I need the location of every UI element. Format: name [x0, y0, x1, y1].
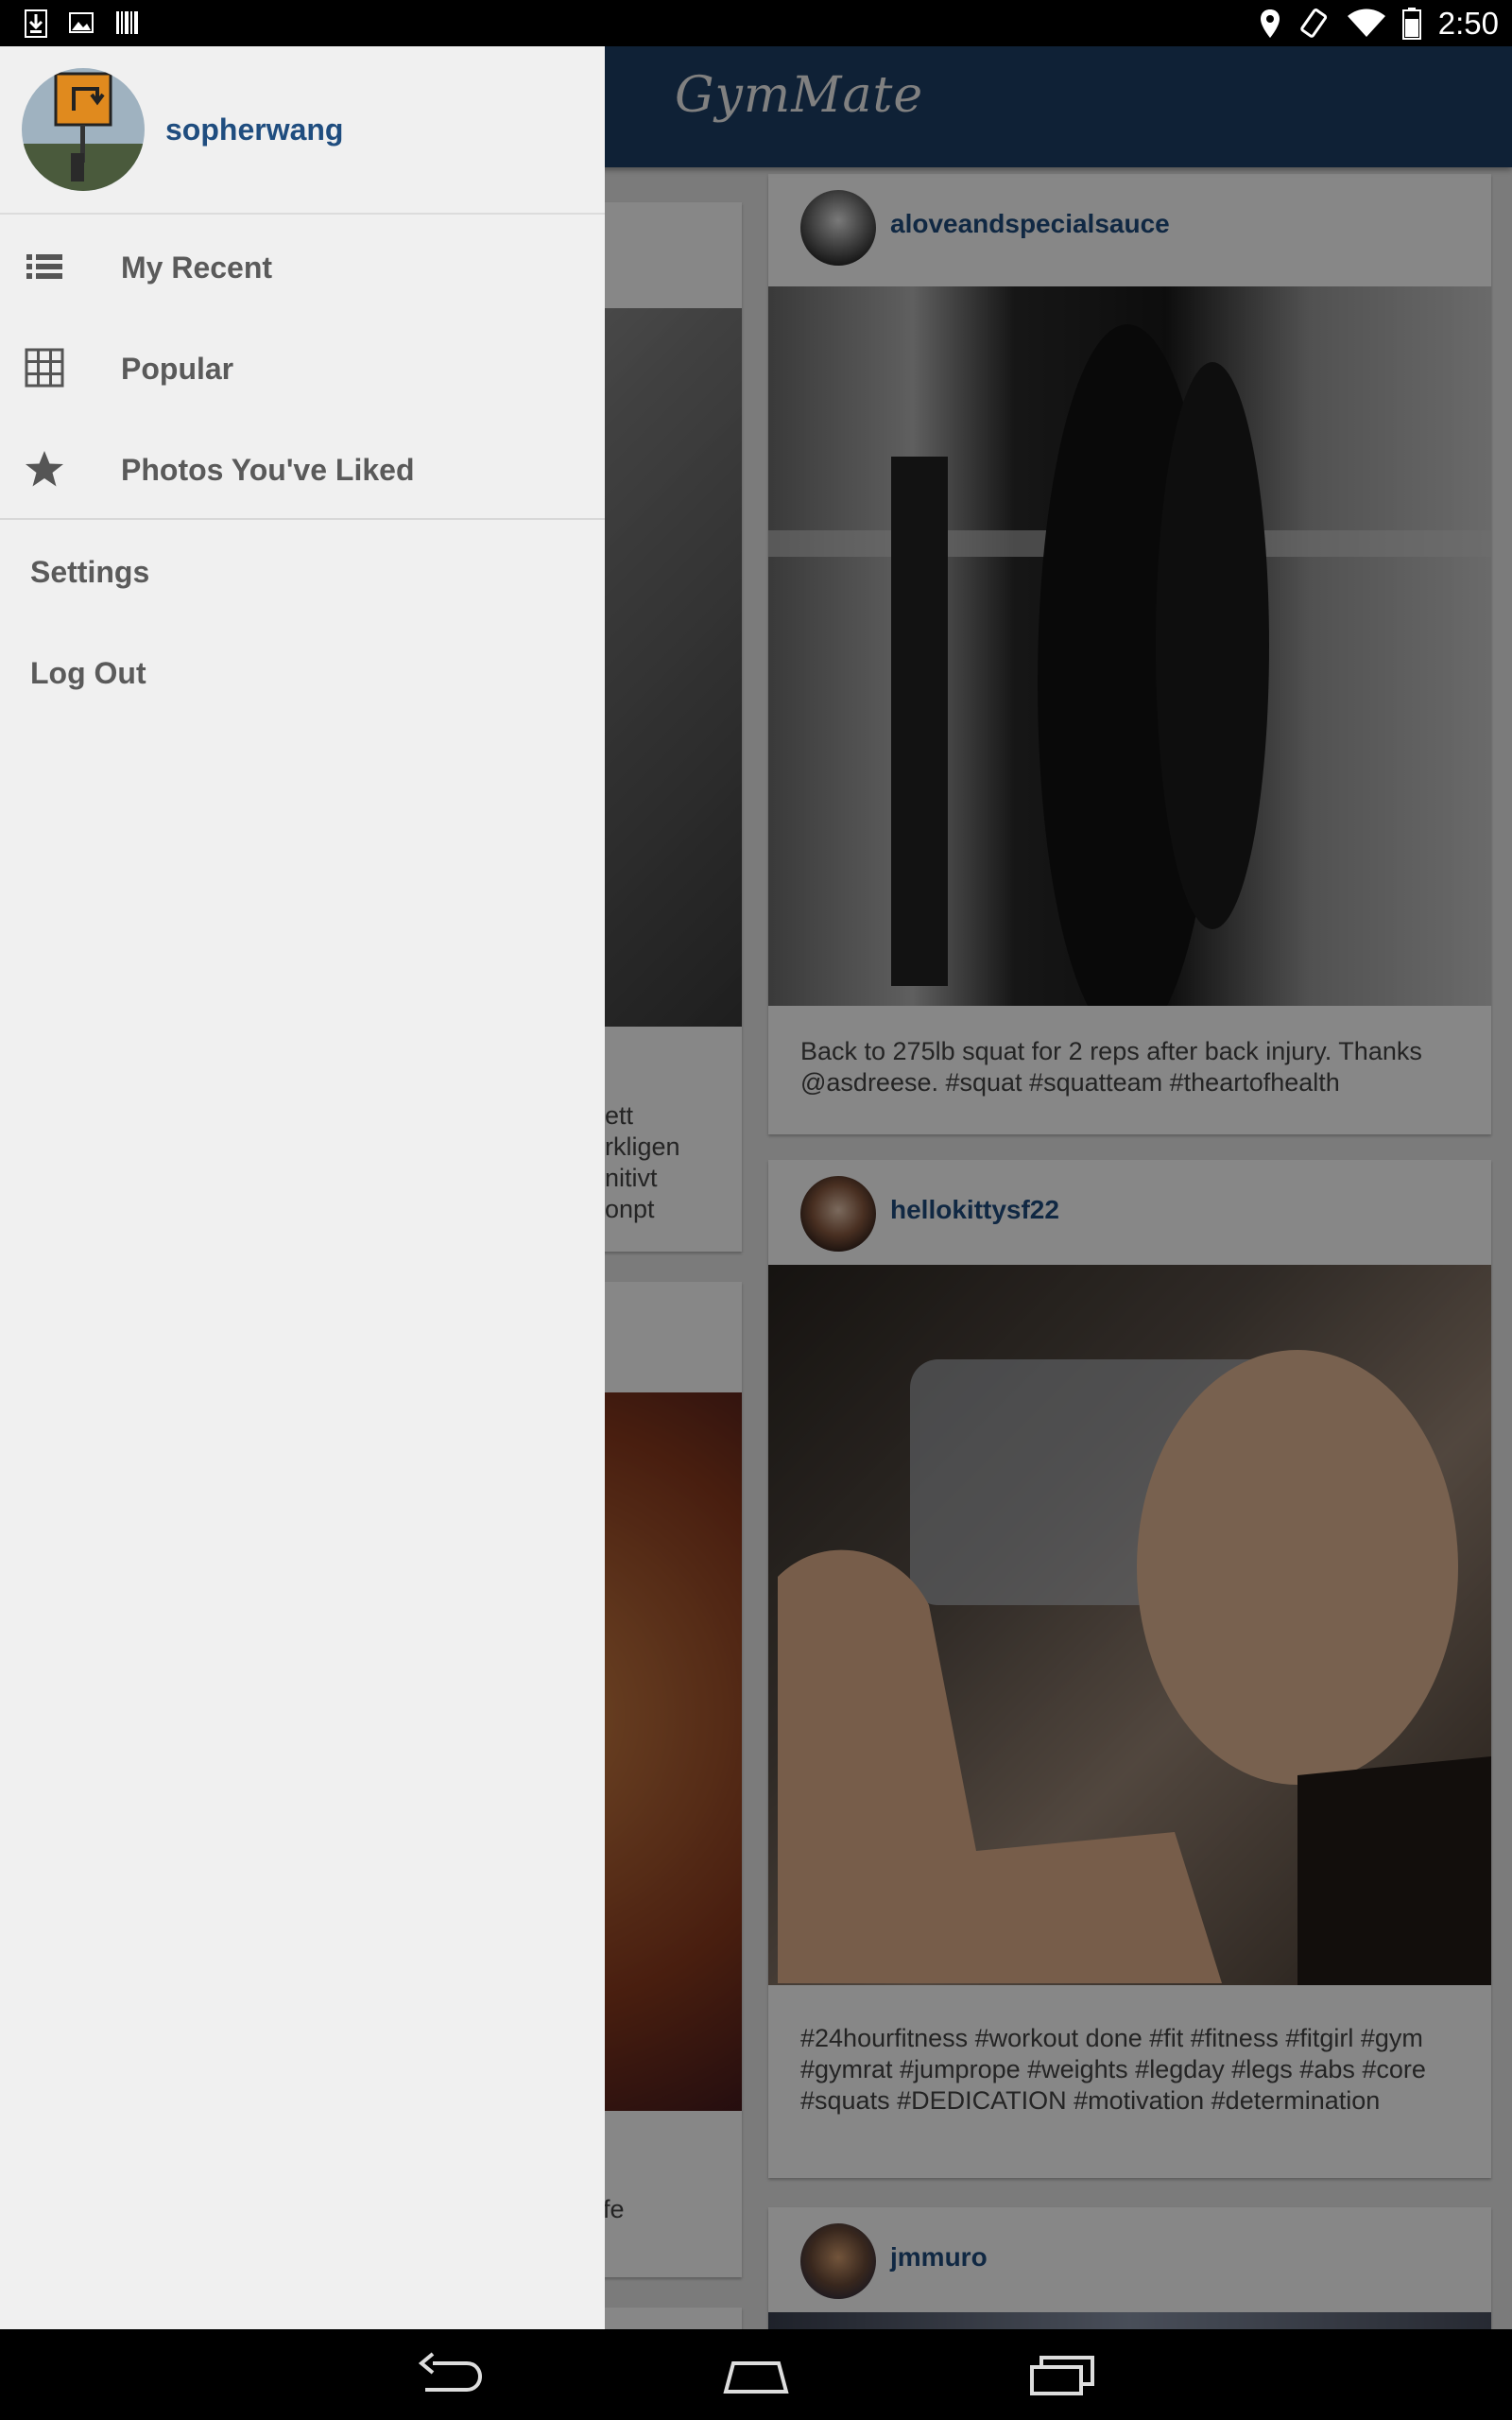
image-icon — [69, 12, 94, 33]
grid-icon — [25, 348, 64, 388]
menu-item-my-recent[interactable]: My Recent — [0, 216, 605, 318]
status-bar: 2:50 — [0, 0, 1512, 46]
menu-item-popular[interactable]: Popular — [0, 318, 605, 419]
logout-item[interactable]: Log Out — [0, 622, 605, 723]
drawer-header[interactable]: sopherwang — [0, 46, 605, 215]
wifi-icon — [1347, 9, 1385, 37]
star-icon — [26, 451, 63, 487]
back-icon[interactable] — [412, 2346, 488, 2403]
menu-item-label: Popular — [121, 352, 234, 386]
download-icon — [25, 9, 47, 38]
drawer-divider — [0, 518, 605, 520]
location-icon — [1260, 9, 1280, 38]
home-icon[interactable] — [718, 2346, 794, 2403]
system-nav-bar — [0, 2329, 1512, 2420]
logout-label: Log Out — [30, 656, 146, 690]
battery-icon — [1401, 8, 1421, 40]
rotate-icon — [1300, 9, 1327, 38]
menu-item-label: Photos You've Liked — [121, 453, 415, 487]
menu-item-label: My Recent — [121, 251, 273, 285]
avatar[interactable] — [22, 68, 145, 191]
barcode-icon — [116, 11, 138, 34]
settings-label: Settings — [30, 555, 150, 589]
status-time: 2:50 — [1437, 6, 1499, 41]
menu-item-photos-liked[interactable]: Photos You've Liked — [0, 419, 605, 520]
list-icon — [26, 254, 62, 279]
navigation-drawer: sopherwang My Recent Popular Photos You'… — [0, 46, 605, 2329]
drawer-username[interactable]: sopherwang — [165, 112, 343, 147]
recents-icon[interactable] — [1024, 2346, 1100, 2403]
profile-photo — [22, 68, 145, 191]
settings-item[interactable]: Settings — [0, 521, 605, 622]
